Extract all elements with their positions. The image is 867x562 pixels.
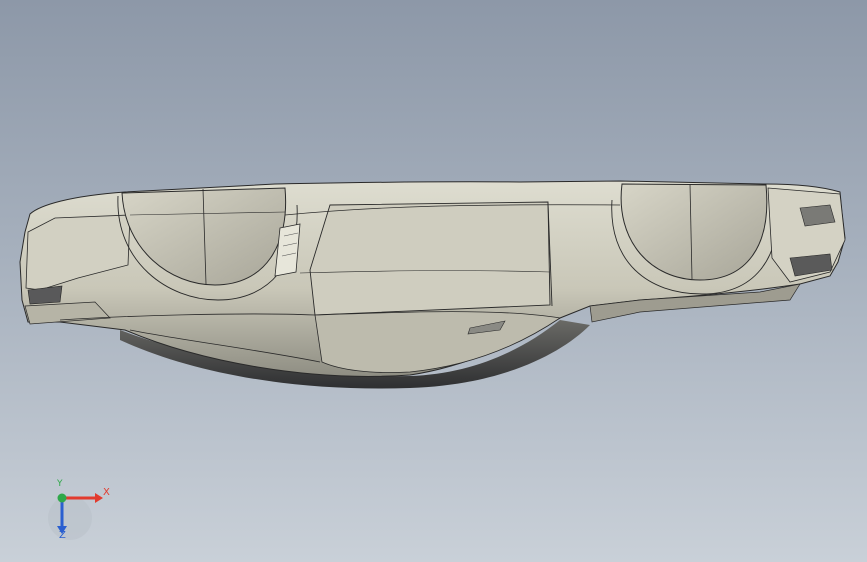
rear-light bbox=[799, 204, 836, 227]
x-axis-label: X bbox=[103, 487, 110, 498]
axis-triad: X Y Z bbox=[40, 478, 120, 548]
car-body-model[interactable] bbox=[0, 0, 867, 562]
3d-viewport[interactable]: X Y Z bbox=[0, 0, 867, 562]
z-axis-label: Z bbox=[59, 530, 66, 541]
roof-panel bbox=[309, 201, 551, 316]
y-axis-marker bbox=[57, 493, 67, 503]
x-axis-head bbox=[95, 493, 103, 503]
y-axis-label: Y bbox=[57, 479, 63, 489]
